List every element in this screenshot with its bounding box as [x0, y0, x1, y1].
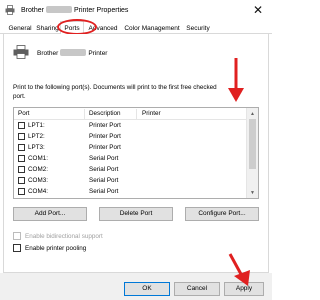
- window-title: Brother Printer Properties: [21, 6, 128, 14]
- list-header: Port Description Printer: [14, 108, 246, 120]
- annotation-arrow-down-icon: [228, 58, 244, 102]
- title-suffix: Printer Properties: [73, 7, 129, 14]
- port-checkbox[interactable]: [18, 155, 25, 162]
- scrollbar-thumb[interactable]: [249, 119, 256, 169]
- port-row-com1[interactable]: COM1: Serial Port: [14, 154, 246, 164]
- port-name: COM4:: [28, 188, 48, 195]
- printer-name-prefix: Brother: [37, 50, 59, 57]
- tab-security[interactable]: Security: [184, 23, 212, 34]
- tab-strip: General Sharing Ports Advanced Color Man…: [0, 21, 272, 35]
- column-header-description[interactable]: Description: [89, 110, 121, 117]
- column-divider[interactable]: [84, 109, 85, 119]
- port-name: COM3:: [28, 177, 48, 184]
- tab-sharing[interactable]: Sharing: [35, 23, 60, 34]
- port-row-com2[interactable]: COM2: Serial Port: [14, 165, 246, 175]
- configure-port-button[interactable]: Configure Port...: [185, 207, 259, 221]
- cancel-button[interactable]: Cancel: [174, 282, 220, 296]
- port-description: Printer Port: [89, 144, 121, 151]
- printer-icon: [13, 45, 29, 59]
- title-prefix: Brother: [21, 7, 44, 14]
- blurred-model: [60, 49, 87, 56]
- port-description: Serial Port: [89, 166, 119, 173]
- port-name: LPT3:: [28, 144, 45, 151]
- ok-button[interactable]: OK: [124, 282, 170, 296]
- delete-port-button[interactable]: Delete Port: [99, 207, 173, 221]
- column-header-port[interactable]: Port: [18, 110, 30, 117]
- bidirectional-label: Enable bidirectional support: [25, 233, 103, 240]
- port-description: Printer Port: [89, 133, 121, 140]
- bidirectional-checkbox[interactable]: [13, 232, 21, 240]
- vertical-scrollbar[interactable]: ▲ ▼: [246, 108, 258, 198]
- port-list[interactable]: Port Description Printer LPT1: Printer P…: [13, 107, 259, 199]
- title-bar: Brother Printer Properties ✕: [0, 0, 272, 21]
- tab-general[interactable]: General: [6, 23, 34, 34]
- port-checkbox[interactable]: [18, 177, 25, 184]
- port-row-com4[interactable]: COM4: Serial Port: [14, 187, 246, 197]
- column-divider[interactable]: [136, 109, 137, 119]
- port-checkbox[interactable]: [18, 133, 25, 140]
- port-description: Serial Port: [89, 155, 119, 162]
- scroll-down-arrow-icon[interactable]: ▼: [250, 190, 255, 196]
- pooling-checkbox[interactable]: [13, 244, 21, 252]
- port-row-lpt2[interactable]: LPT2: Printer Port: [14, 132, 246, 142]
- port-row-lpt1[interactable]: LPT1: Printer Port: [14, 121, 246, 131]
- port-name: LPT1:: [28, 122, 45, 129]
- column-header-printer[interactable]: Printer: [142, 110, 161, 117]
- printer-name: Brother Printer: [37, 49, 107, 57]
- port-name: COM2:: [28, 166, 48, 173]
- add-port-button[interactable]: Add Port...: [13, 207, 87, 221]
- blurred-model: [45, 6, 72, 13]
- port-description: Serial Port: [89, 188, 119, 195]
- close-icon[interactable]: ✕: [251, 3, 265, 17]
- ports-instructions: Print to the following port(s). Document…: [13, 84, 217, 100]
- port-description: Printer Port: [89, 122, 121, 129]
- port-row-lpt3[interactable]: LPT3: Printer Port: [14, 143, 246, 153]
- port-row-com3[interactable]: COM3: Serial Port: [14, 176, 246, 186]
- ports-tab-highlight: [57, 19, 97, 35]
- printer-name-suffix: Printer: [88, 50, 108, 57]
- scroll-up-arrow-icon[interactable]: ▲: [250, 111, 255, 117]
- port-checkbox[interactable]: [18, 122, 25, 129]
- annotation-arrow-to-apply-icon: [228, 253, 250, 286]
- pooling-label: Enable printer pooling: [25, 245, 87, 252]
- port-checkbox[interactable]: [18, 166, 25, 173]
- port-description: Serial Port: [89, 177, 119, 184]
- port-checkbox[interactable]: [18, 144, 25, 151]
- tab-color-management[interactable]: Color Management: [122, 23, 182, 34]
- printer-icon: [5, 5, 15, 15]
- port-name: COM1:: [28, 155, 48, 162]
- port-checkbox[interactable]: [18, 188, 25, 195]
- port-name: LPT2:: [28, 133, 45, 140]
